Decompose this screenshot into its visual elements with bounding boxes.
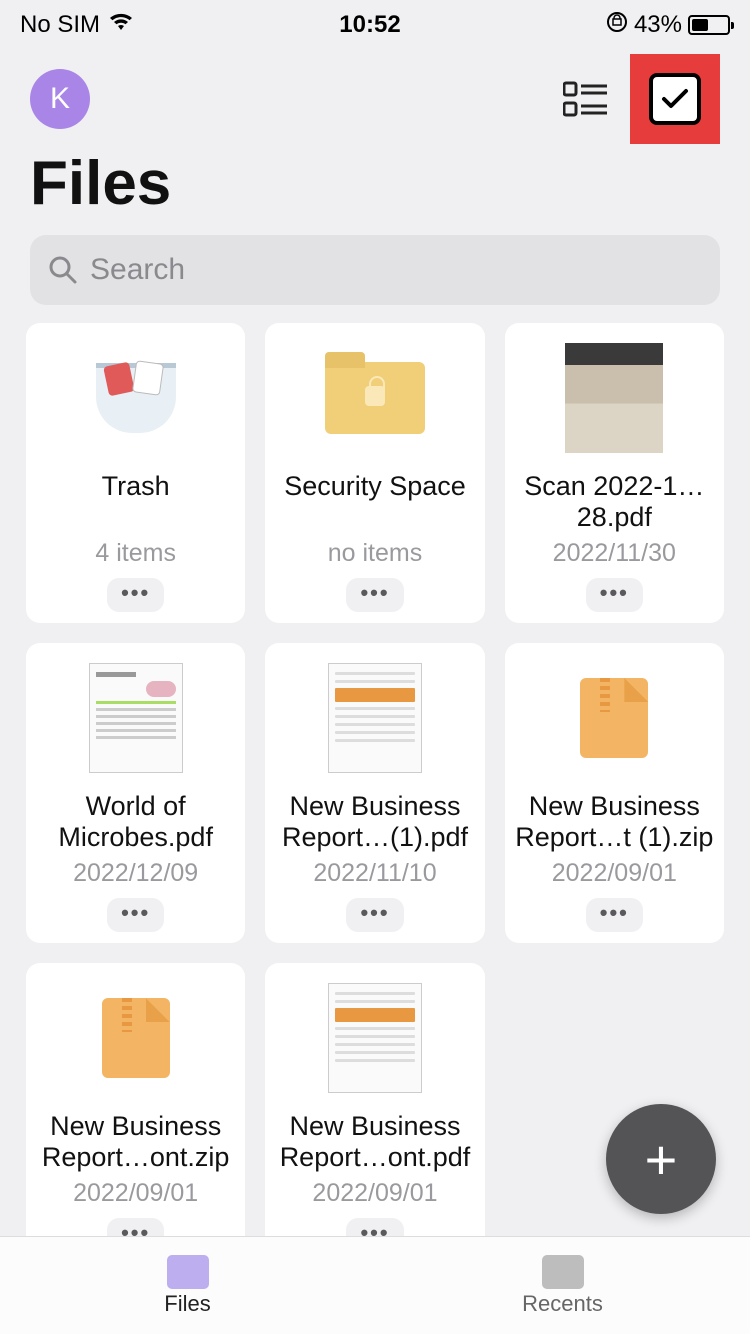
folder-icon xyxy=(167,1255,209,1289)
file-subtitle: 2022/11/10 xyxy=(313,859,436,888)
battery-icon xyxy=(688,15,730,35)
file-card[interactable]: New Business Report…ont.zip2022/09/01••• xyxy=(26,963,245,1263)
file-subtitle: 2022/09/01 xyxy=(312,1179,437,1208)
file-thumbnail xyxy=(273,979,476,1097)
file-title: World of Microbes.pdf xyxy=(34,791,237,853)
select-mode-highlight xyxy=(630,54,720,144)
file-title: New Business Report…ont.zip xyxy=(34,1111,237,1173)
select-mode-button[interactable] xyxy=(649,73,701,125)
search-icon xyxy=(48,255,78,285)
avatar-letter: K xyxy=(50,82,70,116)
more-options-button[interactable]: ••• xyxy=(346,578,403,612)
file-title: New Business Report…(1).pdf xyxy=(273,791,476,853)
sim-status: No SIM xyxy=(20,11,100,39)
file-card[interactable]: Trash 4 items ••• xyxy=(26,323,245,623)
file-subtitle: 2022/09/01 xyxy=(552,859,677,888)
file-subtitle: 4 items xyxy=(95,539,176,568)
tab-recents-label: Recents xyxy=(522,1291,603,1317)
list-icon xyxy=(563,81,609,117)
file-card[interactable]: Security Space no items ••• xyxy=(265,323,484,623)
tab-recents[interactable]: Recents xyxy=(375,1237,750,1334)
file-subtitle: 2022/12/09 xyxy=(73,859,198,888)
wifi-icon xyxy=(108,11,134,39)
file-subtitle: no items xyxy=(328,539,422,568)
file-subtitle: 2022/09/01 xyxy=(73,1179,198,1208)
clock-icon xyxy=(542,1255,584,1289)
orientation-lock-icon xyxy=(606,11,628,40)
file-title: Security Space xyxy=(284,471,466,533)
avatar[interactable]: K xyxy=(30,69,90,129)
tab-files[interactable]: Files xyxy=(0,1237,375,1334)
file-card[interactable]: World of Microbes.pdf 2022/12/09 ••• xyxy=(26,643,245,943)
tab-bar: Files Recents xyxy=(0,1236,750,1334)
search-bar[interactable] xyxy=(30,235,720,305)
more-options-button[interactable]: ••• xyxy=(586,898,643,932)
more-options-button[interactable]: ••• xyxy=(346,898,403,932)
file-title: Scan 2022-1…28.pdf xyxy=(513,471,716,533)
file-thumbnail xyxy=(34,659,237,777)
file-thumbnail xyxy=(513,339,716,457)
battery-percent: 43% xyxy=(634,11,682,39)
status-bar: No SIM 10:52 43% xyxy=(0,0,750,44)
battery-fill xyxy=(692,19,708,31)
more-options-button[interactable]: ••• xyxy=(586,578,643,612)
clock: 10:52 xyxy=(339,11,400,39)
file-thumbnail xyxy=(273,339,476,457)
header: K xyxy=(0,44,750,144)
search-input[interactable] xyxy=(90,253,702,287)
more-options-button[interactable]: ••• xyxy=(107,898,164,932)
plus-icon: + xyxy=(645,1127,678,1192)
checkmark-icon xyxy=(661,88,689,110)
file-card[interactable]: Scan 2022-1…28.pdf 2022/11/30 ••• xyxy=(505,323,724,623)
file-card[interactable]: New Business Report…(1).pdf 2022/11/10 ••• xyxy=(265,643,484,943)
file-thumbnail xyxy=(34,979,237,1097)
file-title: New Business Report…ont.pdf xyxy=(273,1111,476,1173)
file-thumbnail xyxy=(513,659,716,777)
add-button[interactable]: + xyxy=(606,1104,716,1214)
file-thumbnail xyxy=(273,659,476,777)
file-title: Trash xyxy=(102,471,170,533)
page-title: Files xyxy=(0,144,750,231)
file-subtitle: 2022/11/30 xyxy=(553,539,676,568)
list-view-button[interactable] xyxy=(562,75,610,123)
tab-files-label: Files xyxy=(164,1291,210,1317)
more-options-button[interactable]: ••• xyxy=(107,578,164,612)
file-card[interactable]: New Business Report…ont.pdf2022/09/01••• xyxy=(265,963,484,1263)
file-card[interactable]: New Business Report…t (1).zip 2022/09/01 •… xyxy=(505,643,724,943)
file-title: New Business Report…t (1).zip xyxy=(513,791,716,853)
file-thumbnail xyxy=(34,339,237,457)
